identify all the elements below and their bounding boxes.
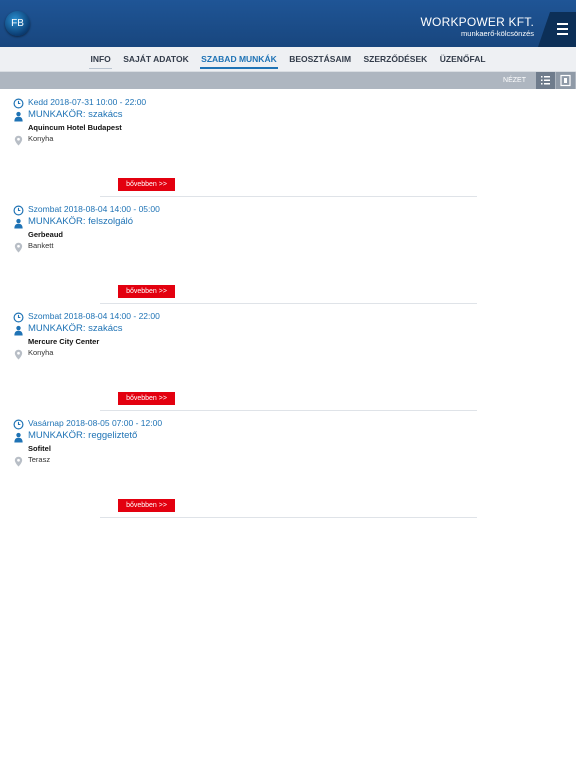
job-date-row: Kedd 2018-07-31 10:00 - 22:00 [13, 96, 147, 109]
job-department: Konyha [28, 348, 54, 357]
user-avatar[interactable]: FB [5, 11, 30, 36]
location-pin-icon [13, 347, 24, 360]
location-pin-icon [13, 454, 24, 467]
job-place-row: Aquincum Hotel Budapest [28, 123, 122, 132]
person-icon [13, 323, 24, 336]
clock-icon [13, 310, 24, 323]
job-divider [100, 303, 477, 304]
job-divider [100, 517, 477, 518]
tab-beosztasaim[interactable]: BEOSZTÁSAIM [288, 47, 352, 72]
more-button[interactable]: bővebben >> [118, 178, 175, 191]
job-role: MUNKAKÖR: szakács [28, 323, 123, 334]
job-place: Gerbeaud [28, 230, 64, 239]
job-dept-row: Konyha [13, 133, 54, 146]
job-place-row: Mercure City Center [28, 337, 99, 346]
job-place: Aquincum Hotel Budapest [28, 123, 122, 132]
job-divider [100, 410, 477, 411]
job-date: Szombat 2018-08-04 14:00 - 22:00 [28, 310, 160, 321]
job-date: Szombat 2018-08-04 14:00 - 05:00 [28, 203, 160, 214]
card-icon [560, 74, 571, 87]
tab-info[interactable]: INFO [89, 47, 113, 72]
job-role-row: MUNKAKÖR: szakács [13, 109, 123, 122]
card-view-button[interactable] [556, 72, 575, 89]
job-divider [100, 196, 477, 197]
job-date: Vasárnap 2018-08-05 07:00 - 12:00 [28, 417, 163, 428]
company-name: WORKPOWER KFT. [420, 15, 534, 29]
job-dept-row: Bankett [13, 240, 54, 253]
clock-icon [13, 417, 24, 430]
job-place-row: Sofitel [28, 444, 51, 453]
view-label: NÉZET [503, 77, 526, 84]
clock-icon [13, 96, 24, 109]
person-icon [13, 216, 24, 229]
more-button[interactable]: bővebben >> [118, 392, 175, 405]
job-place: Mercure City Center [28, 337, 100, 346]
menu-icon [557, 23, 568, 25]
job-date-row: Vasárnap 2018-08-05 07:00 - 12:00 [13, 417, 163, 430]
app-header: FB WORKPOWER KFT. munkaerő-kölcsönzés [0, 0, 576, 47]
job-date: Kedd 2018-07-31 10:00 - 22:00 [28, 96, 147, 107]
job-dept-row: Konyha [13, 347, 54, 360]
list-view-button[interactable] [536, 72, 555, 89]
job-department: Bankett [28, 241, 54, 250]
tab-sajat-adatok[interactable]: SAJÁT ADATOK [122, 47, 190, 72]
job-dept-row: Terasz [13, 454, 51, 467]
job-department: Terasz [28, 455, 51, 464]
job-role-row: MUNKAKÖR: felszolgáló [13, 216, 134, 229]
more-button[interactable]: bővebben >> [118, 499, 175, 512]
hamburger-menu-button[interactable] [538, 12, 576, 47]
location-pin-icon [13, 133, 24, 146]
tab-szabad-munkak[interactable]: SZABAD MUNKÁK [200, 47, 278, 72]
person-icon [13, 430, 24, 443]
job-role: MUNKAKÖR: felszolgáló [28, 216, 134, 227]
person-icon [13, 109, 24, 122]
job-role: MUNKAKÖR: reggeliztető [28, 430, 138, 441]
job-role-row: MUNKAKÖR: szakács [13, 323, 123, 336]
job-place: Sofitel [28, 444, 51, 453]
job-role: MUNKAKÖR: szakács [28, 109, 123, 120]
menu-icon [557, 28, 568, 30]
job-place-row: Gerbeaud [28, 230, 63, 239]
list-icon [541, 76, 550, 85]
tab-uzenofal[interactable]: ÜZENŐFAL [439, 47, 487, 72]
job-role-row: MUNKAKÖR: reggeliztető [13, 430, 138, 443]
tab-bar: INFO SAJÁT ADATOK SZABAD MUNKÁK BEOSZTÁS… [0, 47, 576, 72]
more-button[interactable]: bővebben >> [118, 285, 175, 298]
tab-szerzodesek[interactable]: SZERZŐDÉSEK [363, 47, 429, 72]
job-date-row: Szombat 2018-08-04 14:00 - 05:00 [13, 203, 160, 216]
company-block: WORKPOWER KFT. munkaerő-kölcsönzés [421, 15, 534, 39]
location-pin-icon [13, 240, 24, 253]
job-department: Konyha [28, 134, 54, 143]
company-subtitle: munkaerő-kölcsönzés [461, 29, 534, 38]
clock-icon [13, 203, 24, 216]
view-bar: NÉZET [0, 72, 576, 89]
menu-icon [557, 33, 568, 35]
job-date-row: Szombat 2018-08-04 14:00 - 22:00 [13, 310, 160, 323]
